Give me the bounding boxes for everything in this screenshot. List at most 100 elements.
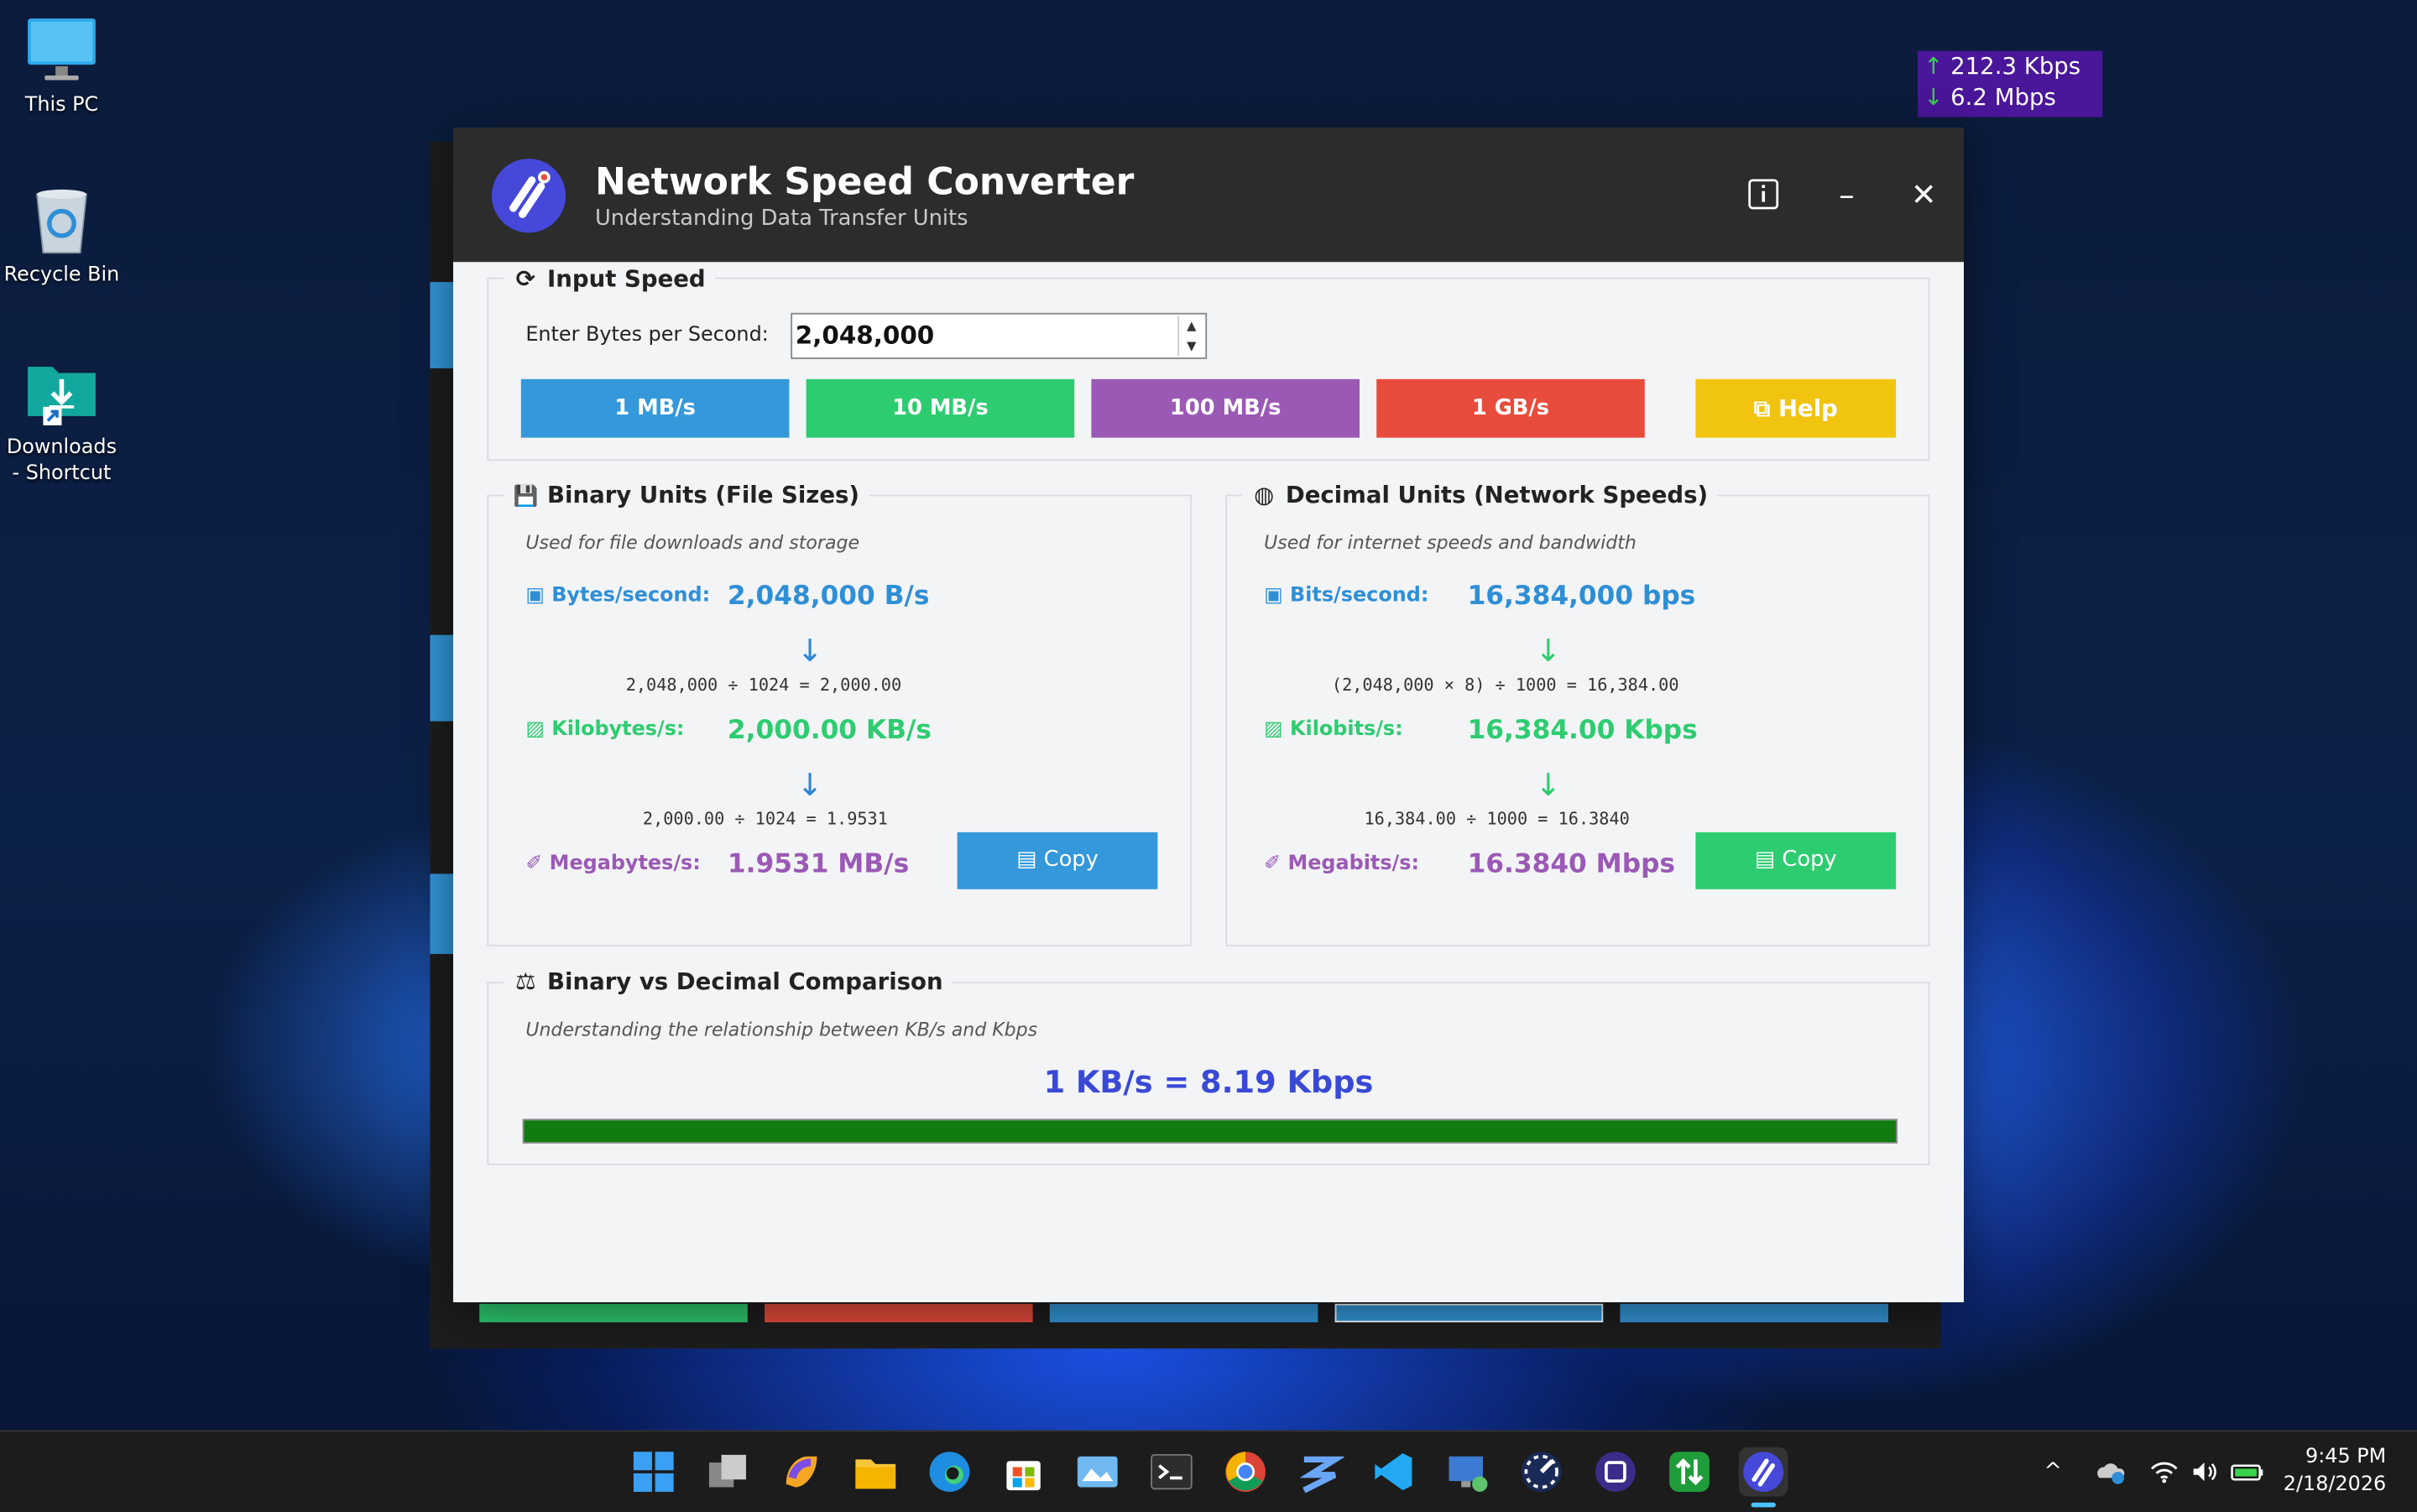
pencil-icon: ✐ — [1264, 852, 1282, 876]
group-title: ◍ Decimal Units (Network Speeds) — [1242, 481, 1718, 509]
chrome-icon[interactable] — [1221, 1447, 1271, 1497]
preset-100mb-button[interactable]: 100 MB/s — [1091, 378, 1360, 438]
group-title: 💾 Binary Units (File Sizes) — [504, 481, 869, 509]
preset-1mb-button[interactable]: 1 MB/s — [520, 378, 790, 438]
input-speed-group: ⟳ Input Speed Enter Bytes per Second: 2,0… — [487, 264, 1930, 461]
background-window-edge — [430, 282, 453, 368]
spin-up-button[interactable]: ▲ — [1179, 316, 1203, 336]
onedrive-icon[interactable] — [2093, 1431, 2127, 1512]
copilot-icon[interactable] — [777, 1447, 827, 1497]
active-app-indicator — [1751, 1502, 1776, 1508]
spin-down-button[interactable]: ▼ — [1179, 336, 1203, 356]
spin-box: ▲ ▼ — [1177, 315, 1203, 357]
background-window-edge — [430, 634, 453, 722]
upload-arrow-icon: ↑ — [1924, 52, 1944, 81]
kilobytes-row-label: ▨ Kilobytes/s: — [525, 717, 685, 742]
system-clock[interactable]: 9:45 PM 2/18/2026 — [2284, 1444, 2386, 1499]
battery-icon[interactable] — [2229, 1431, 2266, 1512]
desktop-icon-label: Recycle Bin — [3, 263, 120, 287]
help-button[interactable]: ⧉ Help — [1695, 378, 1897, 438]
decimal-copy-button[interactable]: ▤ Copy — [1695, 832, 1897, 889]
volume-icon[interactable] — [2189, 1431, 2220, 1512]
transfer-icon[interactable] — [1665, 1447, 1715, 1497]
upload-speed: 212.3 Kbps — [1950, 52, 2081, 81]
speed-icon[interactable] — [1516, 1447, 1566, 1497]
pencil-icon: ✐ — [525, 852, 543, 876]
bytes-per-second-label: Enter Bytes per Second: — [525, 323, 769, 347]
clipboard-icon: ▤ — [1754, 847, 1776, 873]
group-title: ⟳ Input Speed — [504, 264, 715, 293]
start-icon[interactable] — [629, 1447, 678, 1497]
desktop-icon-downloads-shortcut[interactable]: Downloads - Shortcut — [0, 354, 123, 487]
binary-units-group: 💾 Binary Units (File Sizes) Used for file… — [487, 481, 1192, 946]
info-button[interactable] — [1741, 171, 1787, 217]
desktop-icon-label: Downloads - Shortcut — [6, 435, 117, 486]
window-title: Network Speed Converter — [594, 160, 1135, 204]
bytes-per-second-input[interactable]: 2,048,000 ▲ ▼ — [791, 312, 1208, 359]
speedometer-icon: ⟳ — [515, 264, 535, 293]
bytes-per-second-value: 2,048,000 B/s — [727, 581, 930, 613]
kilobits-row-label: ▨ Kilobits/s: — [1264, 717, 1403, 742]
app-logo-icon — [491, 159, 566, 233]
window-subtitle: Understanding Data Transfer Units — [594, 206, 968, 232]
desktop-icon-recycle-bin[interactable]: Recycle Bin — [0, 182, 123, 289]
download-arrow-icon: ↓ — [1924, 83, 1944, 112]
info-icon — [1748, 179, 1779, 210]
monitor-icon — [24, 13, 98, 86]
kilobits-value: 16,384.00 Kbps — [1467, 715, 1698, 746]
bits-formula: (2,048,000 × 8) ÷ 1000 = 16,384.00 — [1331, 675, 1679, 696]
decimal-hint: Used for internet speeds and bandwidth — [1264, 531, 1637, 554]
recycle-bin-icon — [24, 182, 98, 256]
bytes-to-kb-formula: 2,048,000 ÷ 1024 = 2,000.00 — [625, 675, 902, 696]
tray-overflow-chevron[interactable]: ^ — [2044, 1431, 2063, 1512]
background-window-button — [479, 1303, 748, 1322]
bytes-icon: ▣ — [525, 584, 545, 607]
preset-10mb-button[interactable]: 10 MB/s — [806, 378, 1075, 438]
app-icon[interactable] — [1295, 1447, 1346, 1497]
photos-icon[interactable] — [1073, 1447, 1122, 1497]
chart-icon: ▨ — [1264, 717, 1283, 742]
progress-fill — [524, 1120, 1897, 1143]
taskbar: ^ 9:45 PM 2/18/2026 — [0, 1430, 2417, 1512]
background-window-edge — [430, 873, 453, 954]
bytes-per-second-value: 2,048,000 — [795, 321, 935, 350]
input-speed-title: Input Speed — [547, 264, 706, 293]
decimal-units-title: Decimal Units (Network Speeds) — [1285, 481, 1709, 509]
vscode-icon[interactable] — [1369, 1447, 1418, 1497]
bits-icon: ▣ — [1264, 584, 1283, 607]
remote-icon[interactable] — [1443, 1447, 1492, 1497]
preset-1gb-button[interactable]: 1 GB/s — [1376, 378, 1645, 438]
desktop-icon-this-pc[interactable]: This PC — [0, 13, 123, 119]
title-bar[interactable]: Network Speed Converter Understanding Da… — [452, 128, 1964, 263]
kilobytes-value: 2,000.00 KB/s — [727, 715, 932, 746]
folder-download-icon — [24, 354, 98, 428]
binary-units-title: Binary Units (File Sizes) — [547, 481, 860, 509]
arrow-down-icon: ↓ — [1535, 765, 1562, 803]
arrow-down-icon: ↓ — [796, 765, 823, 803]
megabytes-row-label: ✐ Megabytes/s: — [525, 852, 701, 876]
scale-icon: ⚖ — [514, 967, 536, 996]
binary-copy-button[interactable]: ▤ Copy — [957, 832, 1158, 889]
comparison-group: ⚖ Binary vs Decimal Comparison Understand… — [487, 967, 1930, 1165]
close-button[interactable]: ✕ — [1901, 171, 1947, 217]
wifi-icon[interactable] — [2148, 1431, 2179, 1512]
megabytes-value: 1.9531 MB/s — [727, 849, 910, 880]
copy-label: Copy — [1043, 847, 1099, 873]
clock-time: 9:45 PM — [2305, 1445, 2387, 1469]
clock-date: 2/18/2026 — [2283, 1473, 2387, 1497]
minimize-button[interactable]: – — [1824, 171, 1870, 217]
network-meter-widget: ↑ 212.3 Kbps ↓ 6.2 Mbps — [1917, 50, 2103, 117]
comparison-title: Binary vs Decimal Comparison — [547, 967, 943, 996]
edge-icon[interactable] — [925, 1447, 974, 1497]
store-icon[interactable] — [999, 1447, 1048, 1497]
terminal-icon[interactable] — [1147, 1447, 1197, 1497]
app-window: Network Speed Converter Understanding Da… — [452, 128, 1964, 1303]
clipboard-icon: ▤ — [1016, 847, 1037, 873]
network-app-icon[interactable] — [1591, 1447, 1641, 1497]
background-window-button — [1620, 1303, 1888, 1322]
file-explorer-icon[interactable] — [851, 1447, 901, 1497]
network-speed-converter-icon[interactable] — [1738, 1447, 1788, 1497]
task-view-icon[interactable] — [703, 1447, 753, 1497]
globe-icon: ◍ — [1254, 481, 1275, 509]
background-window-button — [1334, 1303, 1604, 1322]
